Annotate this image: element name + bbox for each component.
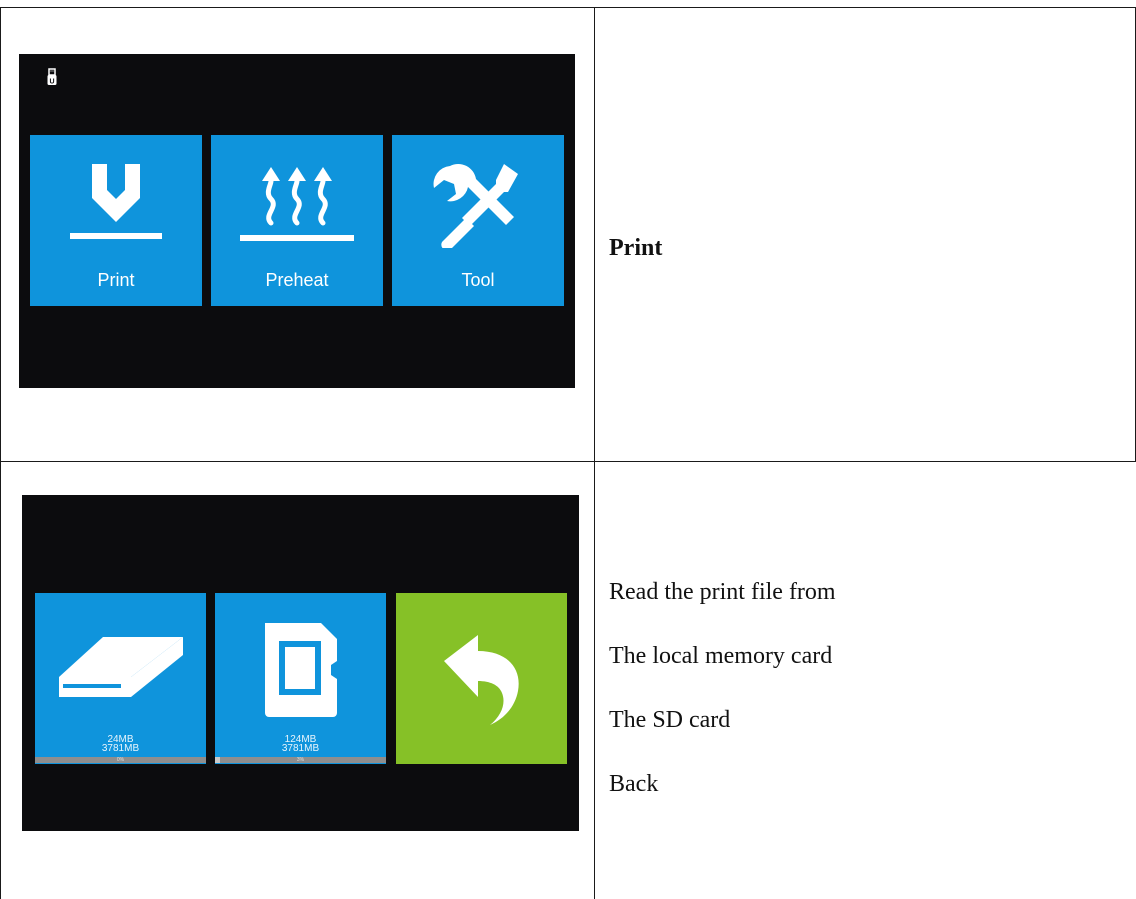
preheat-label: Preheat [265, 270, 329, 290]
wrench-screwdriver-icon [433, 163, 518, 248]
heat-waves-icon [240, 167, 354, 241]
sd-progress-text: 3% [296, 757, 305, 763]
sd-card-tile[interactable]: 124MB 3781MB 3% [215, 593, 386, 764]
description-line-4: Back [609, 771, 659, 797]
description-line-1: Read the print file from [609, 579, 836, 605]
print-source-screen: 24MB 3781MB 0% 124MB 3781MB 3% [22, 495, 579, 831]
sd-progress-bar: 3% [215, 757, 386, 763]
local-storage-tile[interactable]: 24MB 3781MB 0% [35, 593, 206, 764]
table-border-middle [0, 461, 1136, 462]
local-total-size: 3781MB [101, 743, 140, 754]
preheat-tile[interactable]: Preheat [211, 135, 383, 306]
svg-text:U: U [49, 79, 54, 86]
table-border-left [0, 7, 1, 899]
print-nozzle-icon [70, 164, 162, 239]
usb-drive-icon: U [47, 68, 57, 86]
local-progress-text: 0% [116, 757, 125, 763]
back-tile[interactable] [396, 593, 567, 764]
description-line-3: The SD card [609, 707, 731, 733]
local-progress-bar: 0% [35, 757, 206, 763]
print-tile[interactable]: Print [30, 135, 202, 306]
table-column-divider [594, 7, 595, 899]
tool-tile[interactable]: Tool [392, 135, 564, 306]
local-storage-icon [59, 637, 183, 697]
print-label: Print [97, 270, 135, 290]
description-line-2: The local memory card [609, 643, 833, 669]
back-arrow-icon [444, 635, 519, 725]
table-border-top [0, 7, 1136, 8]
print-heading: Print [609, 235, 663, 261]
tool-label: Tool [461, 270, 495, 290]
sd-total-size: 3781MB [281, 743, 320, 754]
sd-card-icon [265, 623, 337, 717]
main-menu-screen: U Print Preheat Tool [19, 54, 575, 388]
